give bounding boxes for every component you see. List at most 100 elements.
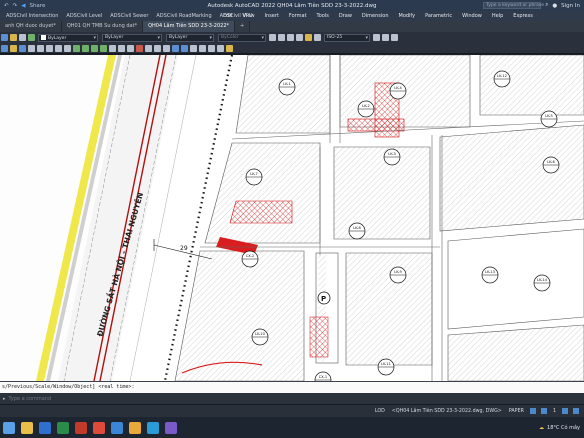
menu-dimension[interactable]: Dimension — [357, 13, 394, 19]
new-file-icon[interactable] — [1, 44, 8, 52]
customize-icon[interactable] — [573, 408, 579, 414]
menu-insert[interactable]: Insert — [260, 13, 284, 19]
pan-icon[interactable] — [391, 34, 398, 41]
undo-icon[interactable]: ↶ — [4, 3, 9, 9]
lot-marker: CX-2 — [241, 250, 259, 268]
lot-marker: LK-7 — [245, 168, 263, 186]
sign-in-button[interactable]: Sign In — [561, 3, 580, 9]
draw-arc-icon[interactable] — [296, 34, 303, 41]
ribbon-tab-roadmarking[interactable]: ADSCivil RoadMarking — [152, 13, 215, 19]
edge-icon[interactable] — [111, 421, 123, 434]
search-icon[interactable]: ⌕ — [545, 2, 548, 9]
paste-icon[interactable] — [55, 44, 62, 52]
block-create-icon[interactable] — [181, 44, 188, 52]
drawing-canvas[interactable]: ĐƯỜNG SẮT HÀ NỘI - THÁI NGUYÊN P 29 LK-1… — [0, 55, 584, 381]
app-icon[interactable] — [165, 421, 177, 434]
grid-toggle-icon[interactable] — [529, 408, 536, 414]
block-insert-icon[interactable] — [172, 44, 179, 52]
explode-icon[interactable] — [145, 44, 152, 52]
linetype-dropdown[interactable]: ByLayer — [102, 33, 162, 42]
menu-modify[interactable]: Modify — [394, 13, 421, 19]
word-icon[interactable] — [39, 421, 51, 434]
chrome-icon[interactable] — [129, 421, 141, 434]
menu-format[interactable]: Format — [284, 13, 312, 19]
menu-tools[interactable]: Tools — [312, 13, 334, 19]
plotstyle-dropdown[interactable]: ByColor — [218, 33, 266, 42]
lineweight-dropdown[interactable]: ByLayer — [166, 33, 214, 42]
doc-tab-anh-qh[interactable]: anh QH duoc duyet* — [0, 21, 62, 32]
menu-view[interactable]: View — [238, 13, 260, 19]
text-icon[interactable] — [314, 34, 321, 41]
zoom-icon[interactable] — [382, 34, 389, 41]
dimstyle-dropdown[interactable]: ISO-25 — [324, 33, 370, 42]
move-icon[interactable] — [73, 44, 80, 52]
table-icon[interactable] — [217, 44, 224, 52]
share-button[interactable]: Share — [29, 3, 45, 9]
copy-icon[interactable] — [46, 44, 53, 52]
doc-tab-qh01[interactable]: QH01 QH TMB Su dung dat* — [62, 21, 144, 32]
save-icon[interactable] — [19, 44, 26, 52]
menu-parametric[interactable]: Parametric — [420, 13, 457, 19]
zalo-icon[interactable] — [147, 421, 159, 434]
new-tab-button[interactable]: + — [235, 21, 251, 32]
annotation-scale[interactable]: 1 — [551, 409, 558, 414]
dimension-aligned-icon[interactable] — [199, 44, 206, 52]
block-7 — [174, 250, 305, 381]
paper-toggle[interactable]: PAPER — [507, 409, 526, 414]
layout-label[interactable]: LOD — [373, 409, 387, 414]
doc-tab-qh04[interactable]: QH04 Lâm Tiên SDD 23-3-2022* — [143, 21, 236, 32]
ribbon-tab-level[interactable]: ADSCivil Level — [62, 13, 106, 19]
rotate-icon[interactable] — [82, 44, 89, 52]
taskbar: ☁ 18°C Có mây — [0, 417, 584, 438]
redo-icon[interactable]: ↷ — [13, 3, 18, 9]
autocad-icon[interactable] — [93, 421, 105, 434]
print-icon[interactable] — [28, 44, 35, 52]
match-layer-icon[interactable] — [19, 34, 26, 41]
start-icon[interactable] — [3, 421, 15, 434]
lot-marker: LK-4 — [389, 82, 407, 100]
lot-label: CX-1 — [319, 375, 327, 379]
trim-icon[interactable] — [118, 44, 125, 52]
menu-edit[interactable]: Edit — [218, 13, 238, 19]
menu-draw[interactable]: Draw — [334, 13, 357, 19]
menu-window[interactable]: Window — [457, 13, 487, 19]
erase-icon[interactable] — [136, 44, 143, 52]
leader-icon[interactable] — [208, 44, 215, 52]
draw-line-icon[interactable] — [269, 34, 276, 41]
xref-icon[interactable] — [226, 44, 233, 52]
hatch-icon[interactable] — [305, 34, 312, 41]
offset-icon[interactable] — [109, 44, 116, 52]
measure-icon[interactable] — [373, 34, 380, 41]
snap-toggle-icon[interactable] — [540, 408, 547, 414]
share-icon[interactable]: ◀ — [21, 3, 25, 9]
draw-polyline-icon[interactable] — [278, 34, 285, 41]
menu-express[interactable]: Express — [508, 13, 538, 19]
array-icon[interactable] — [163, 44, 170, 52]
status-bar: LOD <QH04 Lâm Tiên SDD 23-3-2022.dwg, DW… — [0, 404, 584, 417]
ribbon-tab-intersection[interactable]: ADSCivil Intersection — [2, 13, 62, 19]
fillet-icon[interactable] — [154, 44, 161, 52]
command-history: s/Previous/Scale/Window/Object] <real ti… — [0, 382, 584, 393]
layer-state-icon[interactable] — [10, 34, 17, 41]
mirror-icon[interactable] — [100, 44, 107, 52]
excel-icon[interactable] — [57, 421, 69, 434]
layer-on-icon[interactable] — [28, 34, 35, 41]
powerpoint-icon[interactable] — [75, 421, 87, 434]
layer-dropdown[interactable]: ByLayer — [38, 33, 98, 42]
drawing-svg[interactable]: ĐƯỜNG SẮT HÀ NỘI - THÁI NGUYÊN P 29 LK-1… — [0, 55, 584, 381]
menu-help[interactable]: Help — [487, 13, 508, 19]
lot-marker: LK-1 — [278, 78, 296, 96]
extend-icon[interactable] — [127, 44, 134, 52]
draw-circle-icon[interactable] — [287, 34, 294, 41]
explorer-icon[interactable] — [21, 421, 33, 434]
search-input[interactable]: Type a keyword or phrase — [483, 2, 544, 9]
layer-properties-icon[interactable] — [1, 34, 8, 41]
ribbon-tab-sewer[interactable]: ADSCivil Sewer — [106, 13, 152, 19]
open-file-icon[interactable] — [10, 44, 17, 52]
cut-icon[interactable] — [37, 44, 44, 52]
dimension-linear-icon[interactable] — [190, 44, 197, 52]
match-properties-icon[interactable] — [64, 44, 71, 52]
scale-icon[interactable] — [91, 44, 98, 52]
user-icon[interactable]: ● — [552, 3, 557, 9]
workspace-icon[interactable] — [562, 408, 568, 414]
